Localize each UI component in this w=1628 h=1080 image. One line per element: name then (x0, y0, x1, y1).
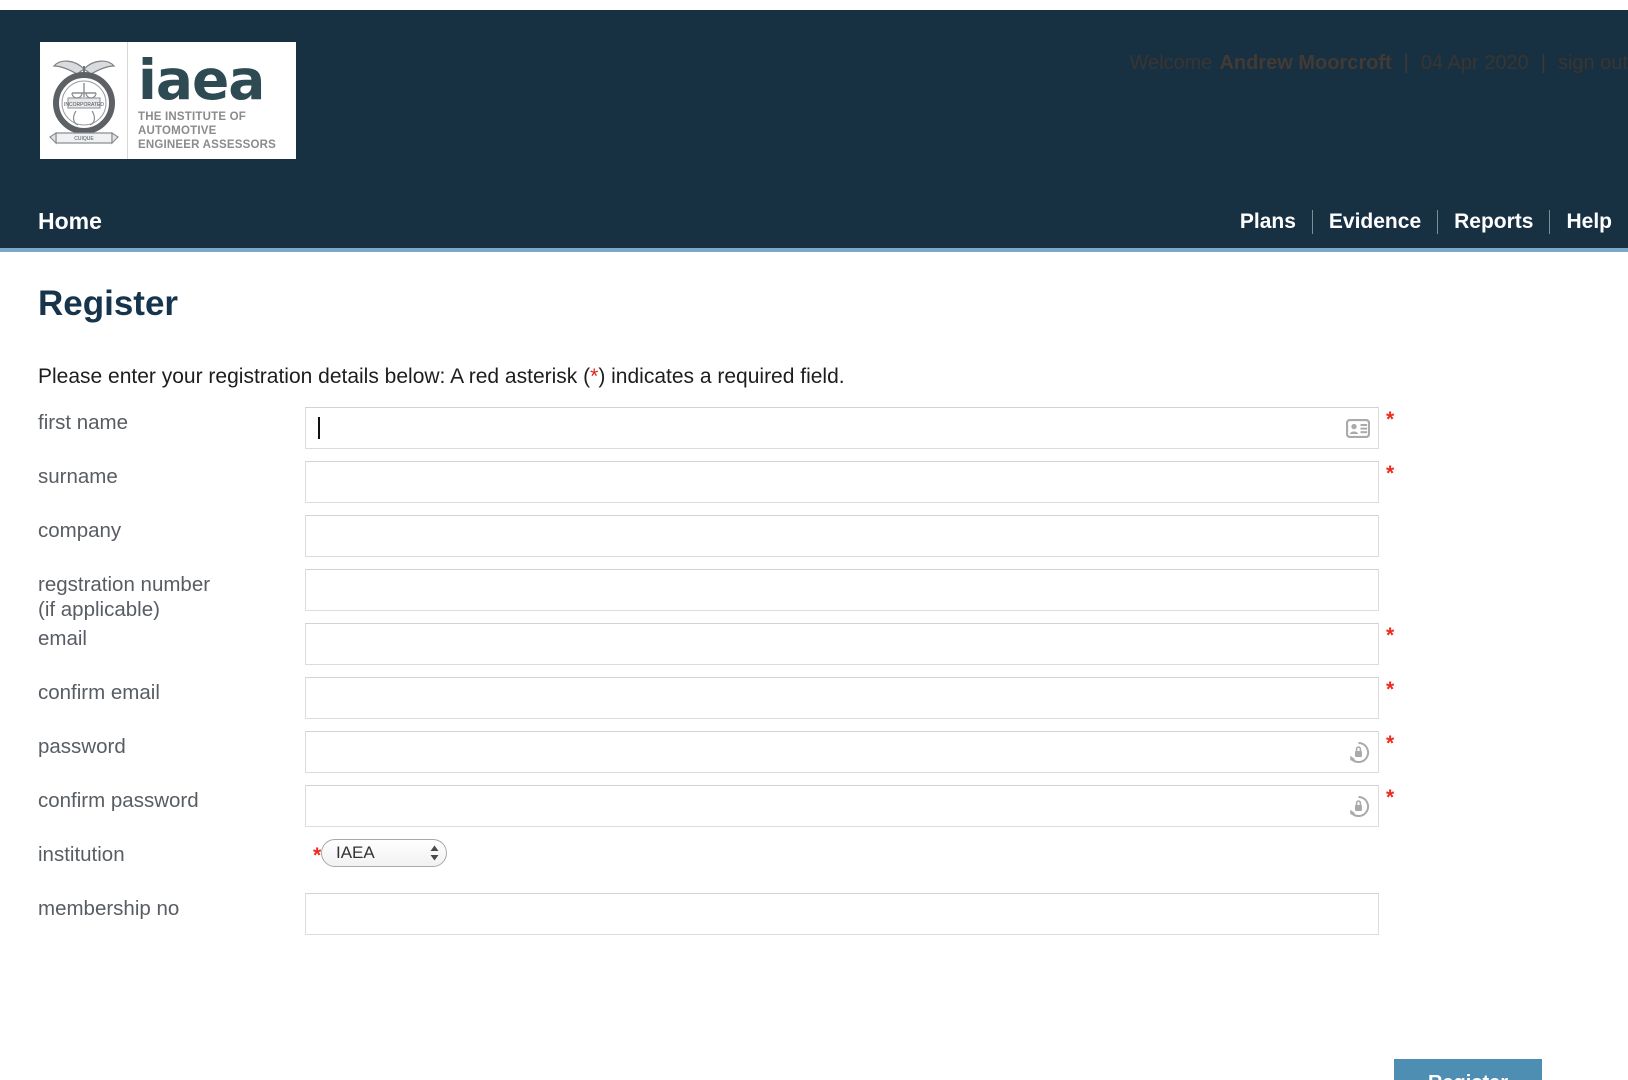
required-asterisk-surname: * (1386, 462, 1395, 485)
stepper-up-down-icon[interactable] (429, 844, 440, 862)
label-email: email (38, 627, 87, 650)
form-row-registration-number: regstration number (if applicable) (0, 569, 1628, 623)
welcome-separator-2: | (1540, 52, 1546, 74)
nav-item-plans[interactable]: Plans (1224, 210, 1312, 234)
nav-item-home[interactable]: Home (38, 208, 102, 235)
label-membership-no: membership no (38, 897, 180, 920)
logo-tagline-line1: THE INSTITUTE OF AUTOMOTIVE (138, 111, 246, 138)
label-first-name: first name (38, 411, 128, 434)
welcome-date: 04 Apr 2020 (1420, 52, 1529, 74)
intro-text-before: Please enter your registration details b… (38, 365, 591, 388)
form-row-confirm-email: confirm email * (0, 677, 1628, 731)
input-first-name[interactable] (305, 407, 1379, 449)
welcome-prefix: Welcome (1129, 52, 1213, 74)
label-surname: surname (38, 465, 118, 488)
site-logo[interactable]: INCORPORATED CUIQUE iaea THE INSTITUTE O… (40, 42, 296, 159)
top-white-strip (0, 0, 1628, 10)
welcome-user-name: Andrew Moorcroft (1219, 52, 1392, 74)
input-password[interactable] (305, 731, 1379, 773)
required-asterisk-password: * (1386, 732, 1395, 755)
form-row-first-name: first name * (0, 407, 1628, 461)
input-confirm-email[interactable] (305, 677, 1379, 719)
required-asterisk-institution: * (313, 844, 322, 867)
label-password: password (38, 735, 126, 758)
input-surname[interactable] (305, 461, 1379, 503)
page-title: Register (38, 284, 179, 323)
intro-text-after: ) indicates a required field. (598, 365, 845, 388)
nav-item-reports[interactable]: Reports (1438, 210, 1549, 234)
label-confirm-password: confirm password (38, 789, 199, 812)
contact-card-icon[interactable] (1346, 418, 1370, 438)
form-row-email: email * (0, 623, 1628, 677)
input-email[interactable] (305, 623, 1379, 665)
select-institution[interactable]: IAEA (321, 839, 447, 867)
crest-emblem-icon: INCORPORATED CUIQUE (40, 42, 128, 159)
main-navigation: Home Plans Evidence Reports Help (0, 195, 1628, 252)
form-row-institution: institution * IAEA (0, 839, 1628, 893)
nav-right-group: Plans Evidence Reports Help (1224, 209, 1628, 234)
label-company: company (38, 519, 122, 542)
text-caret (318, 417, 320, 439)
password-key-icon[interactable] (1347, 741, 1370, 764)
input-membership-no[interactable] (305, 893, 1379, 935)
logo-tagline: THE INSTITUTE OF AUTOMOTIVE ENGINEER ASS… (138, 110, 296, 152)
input-registration-number[interactable] (305, 569, 1379, 611)
welcome-separator-1: | (1403, 52, 1409, 74)
nav-item-help[interactable]: Help (1550, 210, 1628, 234)
intro-text: Please enter your registration details b… (38, 365, 845, 389)
password-key-icon[interactable] (1347, 795, 1370, 818)
select-institution-value: IAEA (336, 843, 375, 862)
nav-item-evidence[interactable]: Evidence (1313, 210, 1437, 234)
svg-text:CUIQUE: CUIQUE (74, 136, 94, 142)
required-asterisk-confirm-email: * (1386, 678, 1395, 701)
sign-out-link[interactable]: sign out (1558, 52, 1628, 75)
form-row-password: password * (0, 731, 1628, 785)
page-root: INCORPORATED CUIQUE iaea THE INSTITUTE O… (0, 0, 1628, 1080)
logo-wordmark-block: iaea THE INSTITUTE OF AUTOMOTIVE ENGINEE… (128, 42, 296, 159)
required-asterisk-first-name: * (1386, 408, 1395, 431)
label-registration-number: regstration number (if applicable) (38, 573, 211, 621)
input-company[interactable] (305, 515, 1379, 557)
site-header: INCORPORATED CUIQUE iaea THE INSTITUTE O… (0, 10, 1628, 195)
crest-incorporated-text: INCORPORATED (64, 102, 104, 108)
required-asterisk-email: * (1386, 624, 1395, 647)
label-confirm-email: confirm email (38, 681, 160, 704)
form-row-surname: surname * (0, 461, 1628, 515)
required-asterisk-confirm-password: * (1386, 786, 1395, 809)
registration-form: first name * surname * company regstrati… (0, 407, 1628, 947)
label-institution: institution (38, 843, 125, 866)
welcome-bar: Welcome Andrew Moorcroft | 04 Apr 2020 |… (1129, 52, 1628, 75)
logo-wordmark: iaea (138, 47, 265, 112)
form-row-membership-no: membership no (0, 893, 1628, 947)
logo-tagline-line2: ENGINEER ASSESSORS (138, 139, 277, 152)
register-button[interactable]: Register (1394, 1059, 1542, 1080)
form-row-confirm-password: confirm password * (0, 785, 1628, 839)
input-confirm-password[interactable] (305, 785, 1379, 827)
form-row-company: company (0, 515, 1628, 569)
